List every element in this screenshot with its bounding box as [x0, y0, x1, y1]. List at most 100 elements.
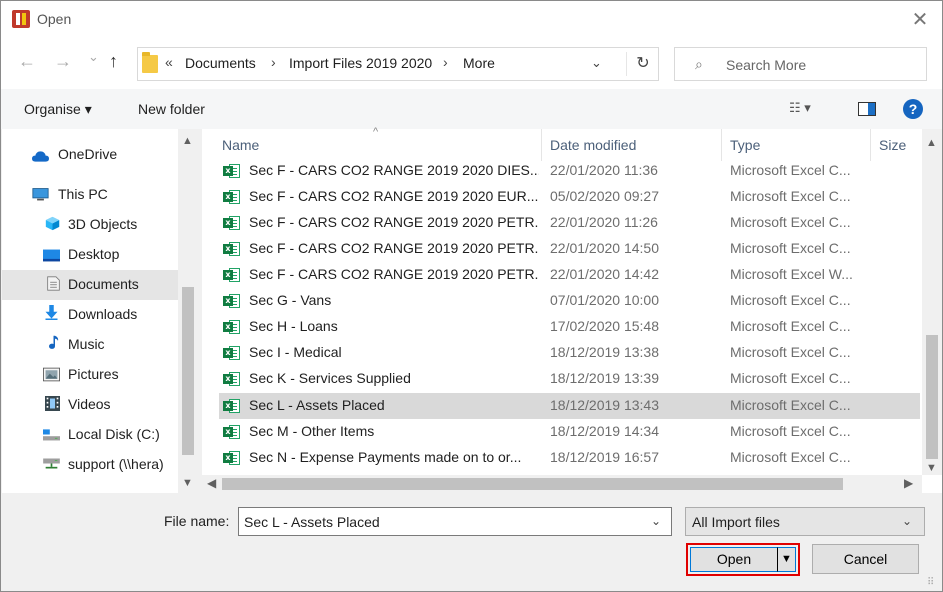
- folder-icon: [142, 52, 158, 73]
- new-folder-button[interactable]: New folder: [138, 101, 205, 117]
- app-icon: [12, 10, 30, 28]
- excel-file-icon: x: [223, 189, 241, 205]
- help-icon[interactable]: ?: [903, 99, 923, 119]
- nav-item-label: This PC: [58, 186, 108, 202]
- forward-arrow-icon[interactable]: →: [54, 51, 72, 72]
- open-dialog: Open ✕ ← → ⌄ ↑ « Documents › Import File…: [0, 0, 943, 592]
- search-box[interactable]: ⌕ Search More: [674, 47, 927, 81]
- address-bar[interactable]: « Documents › Import Files 2019 2020 › M…: [137, 47, 659, 81]
- breadcrumb-separator[interactable]: ›: [271, 54, 276, 70]
- command-toolbar: Organise ▾ New folder ☷ ▾ ?: [1, 89, 942, 129]
- file-row[interactable]: x Sec F - CARS CO2 RANGE 2019 2020 PETR.…: [219, 210, 920, 236]
- file-row[interactable]: x Sec F - CARS CO2 RANGE 2019 2020 PETR.…: [219, 236, 920, 262]
- column-header-name[interactable]: Name: [222, 137, 259, 153]
- file-date: 07/01/2020 10:00: [550, 292, 659, 308]
- nav-item-network-drive[interactable]: support (\\hera): [2, 450, 178, 480]
- nav-item-onedrive[interactable]: OneDrive: [2, 140, 178, 170]
- file-type-filter-value: All Import files: [692, 514, 780, 530]
- file-row[interactable]: x Sec F - CARS CO2 RANGE 2019 2020 EUR..…: [219, 184, 920, 210]
- file-list: ^ Name Date modified Type Size x Sec F -…: [202, 126, 942, 493]
- file-list-vertical-scrollbar[interactable]: ▲ ▼: [922, 129, 942, 475]
- file-date: 05/02/2020 09:27: [550, 188, 659, 204]
- chevron-down-icon[interactable]: ⌄: [651, 514, 661, 528]
- scroll-left-icon[interactable]: ◀: [207, 476, 216, 490]
- column-header-date[interactable]: Date modified: [550, 137, 636, 153]
- scroll-up-icon[interactable]: ▲: [182, 135, 193, 147]
- file-row[interactable]: x Sec F - CARS CO2 RANGE 2019 2020 DIES.…: [219, 158, 920, 184]
- close-icon[interactable]: ✕: [909, 9, 931, 31]
- file-row-selected[interactable]: x Sec L - Assets Placed 18/12/2019 13:43…: [219, 393, 920, 419]
- scrollbar-thumb[interactable]: [222, 478, 843, 490]
- nav-item-videos[interactable]: Videos: [2, 390, 178, 420]
- column-divider[interactable]: [721, 129, 722, 161]
- file-row[interactable]: x Sec N - Expense Payments made on to or…: [219, 445, 920, 471]
- organise-button[interactable]: Organise ▾: [24, 101, 92, 118]
- scrollbar-thumb[interactable]: [926, 335, 938, 459]
- desktop-icon: [43, 249, 60, 262]
- pictures-icon: [43, 367, 60, 382]
- scroll-right-icon[interactable]: ▶: [904, 476, 913, 490]
- resize-grip-icon[interactable]: ⠿: [927, 577, 934, 588]
- file-row[interactable]: x Sec H - Loans 17/02/2020 15:48 Microso…: [219, 314, 920, 340]
- file-type: Microsoft Excel C...: [730, 292, 851, 308]
- breadcrumb-documents[interactable]: Documents: [185, 55, 256, 71]
- file-row[interactable]: x Sec I - Medical 18/12/2019 13:38 Micro…: [219, 340, 920, 366]
- refresh-icon[interactable]: ↻: [626, 52, 659, 76]
- column-divider[interactable]: [541, 129, 542, 161]
- open-button[interactable]: Open: [690, 547, 778, 572]
- up-arrow-icon[interactable]: ↑: [109, 51, 118, 72]
- address-dropdown-icon[interactable]: ⌄: [591, 55, 602, 71]
- column-header-type[interactable]: Type: [730, 137, 760, 153]
- nav-item-local-disk[interactable]: Local Disk (C:): [2, 420, 178, 450]
- scroll-down-icon[interactable]: ▼: [926, 462, 937, 474]
- file-list-horizontal-scrollbar[interactable]: ◀ ▶: [202, 475, 922, 493]
- breadcrumb-overflow[interactable]: «: [165, 54, 173, 70]
- recent-locations-icon[interactable]: ⌄: [88, 49, 99, 65]
- excel-file-icon: x: [223, 398, 241, 414]
- breadcrumb-import-files[interactable]: Import Files 2019 2020: [289, 55, 432, 71]
- window-title: Open: [37, 11, 72, 27]
- file-row[interactable]: x Sec K - Services Supplied 18/12/2019 1…: [219, 366, 920, 392]
- file-type: Microsoft Excel C...: [730, 397, 851, 413]
- back-arrow-icon[interactable]: ←: [18, 51, 36, 72]
- column-divider[interactable]: [870, 129, 871, 161]
- search-placeholder: Search More: [726, 57, 807, 73]
- excel-file-icon: x: [223, 450, 241, 466]
- nav-item-pictures[interactable]: Pictures: [2, 360, 178, 390]
- file-type: Microsoft Excel W...: [730, 266, 853, 282]
- nav-item-music[interactable]: Music: [2, 330, 178, 360]
- chevron-down-icon[interactable]: ⌄: [902, 514, 912, 528]
- search-icon: ⌕: [695, 56, 703, 72]
- column-header-size[interactable]: Size: [879, 137, 906, 153]
- cancel-button[interactable]: Cancel: [812, 544, 919, 574]
- file-name-combobox[interactable]: Sec L - Assets Placed ⌄: [238, 507, 672, 536]
- nav-item-downloads[interactable]: Downloads: [2, 300, 178, 330]
- scrollbar-thumb[interactable]: [182, 287, 194, 455]
- file-name-value[interactable]: Sec L - Assets Placed: [244, 514, 380, 530]
- file-date: 18/12/2019 13:39: [550, 370, 659, 386]
- excel-file-icon: x: [223, 424, 241, 440]
- nav-item-label: Desktop: [68, 246, 120, 262]
- cloud-icon: [32, 151, 49, 162]
- file-row[interactable]: x Sec G - Vans 07/01/2020 10:00 Microsof…: [219, 288, 920, 314]
- open-split-arrow-icon[interactable]: ▼: [777, 547, 796, 572]
- nav-item-3d-objects[interactable]: 3D Objects: [2, 210, 178, 240]
- breadcrumb-more[interactable]: More: [463, 55, 495, 71]
- breadcrumb-separator[interactable]: ›: [443, 54, 448, 70]
- nav-pane-scrollbar[interactable]: ▲ ▼: [178, 129, 198, 493]
- scroll-down-icon[interactable]: ▼: [182, 477, 193, 489]
- nav-item-this-pc[interactable]: This PC: [2, 180, 178, 210]
- file-row[interactable]: x Sec F - CARS CO2 RANGE 2019 2020 PETR.…: [219, 262, 920, 288]
- cube-icon: [45, 216, 60, 231]
- nav-item-desktop[interactable]: Desktop: [2, 240, 178, 270]
- preview-pane-icon[interactable]: [858, 102, 876, 116]
- file-row[interactable]: x Sec M - Other Items 18/12/2019 14:34 M…: [219, 419, 920, 445]
- change-view-icon[interactable]: ☷ ▾: [789, 100, 811, 116]
- excel-file-icon: x: [223, 241, 241, 257]
- file-date: 22/01/2020 14:42: [550, 266, 659, 282]
- scroll-up-icon[interactable]: ▲: [926, 137, 937, 149]
- nav-item-documents[interactable]: Documents: [2, 270, 178, 300]
- file-name: Sec F - CARS CO2 RANGE 2019 2020 PETR...: [249, 214, 539, 230]
- nav-item-label: 3D Objects: [68, 216, 138, 232]
- file-type-filter[interactable]: All Import files ⌄: [685, 507, 925, 536]
